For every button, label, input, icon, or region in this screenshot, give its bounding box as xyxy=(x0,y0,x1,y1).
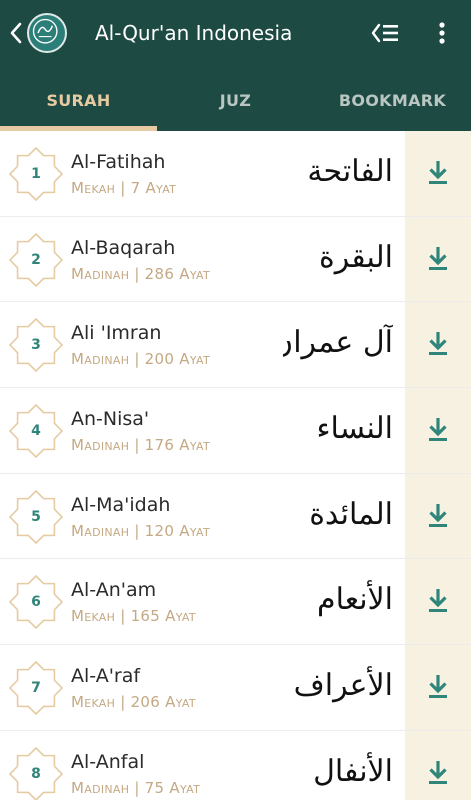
surah-name: Al-Anfal xyxy=(71,750,145,773)
surah-meta: Mekah | 165 Ayat xyxy=(71,607,196,626)
surah-meta: Madinah | 176 Ayat xyxy=(71,436,210,455)
surah-meta: Mekah | 206 Ayat xyxy=(71,693,196,712)
surah-name: Al-Baqarah xyxy=(71,236,176,259)
surah-row[interactable]: 8 Al-Anfal Madinah | 75 Ayat الأنفال xyxy=(0,730,471,800)
surah-row[interactable]: 5 Al-Ma'idah Madinah | 120 Ayat المائدة xyxy=(0,473,471,560)
list-icon[interactable] xyxy=(369,20,401,46)
download-icon[interactable] xyxy=(426,502,450,530)
surah-place: Mekah xyxy=(71,607,116,626)
surah-meta: Madinah | 286 Ayat xyxy=(71,264,210,283)
surah-arabic-name: الأعراف xyxy=(293,668,393,704)
surah-row[interactable]: 1 Al-Fatihah Mekah | 7 Ayat الفاتحة xyxy=(0,131,471,217)
surah-number: 5 xyxy=(31,508,41,525)
surah-arabic-name: آل عمران xyxy=(283,325,393,361)
surah-name: Al-Fatihah xyxy=(71,151,166,173)
surah-meta: Madinah | 75 Ayat xyxy=(71,778,201,797)
surah-place: Mekah xyxy=(71,179,116,197)
surah-row[interactable]: 7 Al-A'raf Mekah | 206 Ayat الأعراف xyxy=(0,645,471,731)
tab-juz[interactable]: JUZ xyxy=(157,66,314,131)
surah-row[interactable]: 6 Al-An'am Mekah | 165 Ayat الأنعام xyxy=(0,559,471,646)
surah-place: Madinah xyxy=(71,350,130,369)
surah-row[interactable]: 3 Ali 'Imran Madinah | 200 Ayat آل عمران xyxy=(0,302,471,389)
tab-surah[interactable]: SURAH xyxy=(0,66,157,131)
download-icon[interactable] xyxy=(426,673,450,701)
surah-number: 2 xyxy=(31,251,41,268)
download-icon[interactable] xyxy=(426,759,450,787)
surah-ayat-count: 176 Ayat xyxy=(144,436,210,455)
toolbar: Al-Qur'an Indonesia xyxy=(0,0,471,66)
surah-place: Madinah xyxy=(71,521,130,540)
download-icon[interactable] xyxy=(426,330,450,358)
surah-ayat-count: 286 Ayat xyxy=(144,264,210,283)
download-icon[interactable] xyxy=(426,587,450,615)
surah-row[interactable]: 2 Al-Baqarah Madinah | 286 Ayat البقرة xyxy=(0,216,471,303)
surah-place: Madinah xyxy=(71,778,130,797)
surah-name: An-Nisa' xyxy=(71,408,150,431)
surah-name: Al-An'am xyxy=(71,579,157,602)
download-icon[interactable] xyxy=(426,159,450,187)
surah-meta: Madinah | 200 Ayat xyxy=(71,350,210,369)
surah-number: 1 xyxy=(31,166,41,182)
surah-arabic-name: الأنعام xyxy=(317,582,393,618)
surah-place: Mekah xyxy=(71,693,116,712)
app-title: Al-Qur'an Indonesia xyxy=(95,21,293,45)
tab-bookmark[interactable]: BOOKMARK xyxy=(314,66,471,131)
surah-number: 6 xyxy=(31,594,41,611)
surah-place: Madinah xyxy=(71,264,130,283)
surah-number: 7 xyxy=(31,680,41,697)
app-bar: Al-Qur'an Indonesia SURAH JUZ BOOKMARK xyxy=(0,0,471,131)
download-icon[interactable] xyxy=(426,416,450,444)
surah-number: 4 xyxy=(31,423,41,440)
surah-arabic-name: الفاتحة xyxy=(307,154,393,189)
surah-name: Al-Ma'idah xyxy=(71,493,171,516)
surah-meta: Madinah | 120 Ayat xyxy=(71,521,210,540)
surah-place: Madinah xyxy=(71,436,130,455)
surah-row[interactable]: 4 An-Nisa' Madinah | 176 Ayat النساء xyxy=(0,388,471,474)
surah-ayat-count: 206 Ayat xyxy=(130,693,196,712)
surah-list[interactable]: 1 Al-Fatihah Mekah | 7 Ayat الفاتحة 2 Al-B… xyxy=(0,131,471,800)
surah-ayat-count: 120 Ayat xyxy=(144,521,210,540)
surah-arabic-name: البقرة xyxy=(319,239,393,275)
quran-logo xyxy=(27,13,67,53)
surah-number: 8 xyxy=(31,765,41,782)
surah-meta: Mekah | 7 Ayat xyxy=(71,179,177,197)
surah-arabic-name: الأنفال xyxy=(313,753,393,789)
more-vert-icon[interactable] xyxy=(432,18,452,48)
surah-ayat-count: 165 Ayat xyxy=(130,607,196,626)
surah-ayat-count: 75 Ayat xyxy=(144,778,201,797)
surah-name: Al-A'raf xyxy=(71,665,141,688)
download-icon[interactable] xyxy=(426,245,450,273)
surah-name: Ali 'Imran xyxy=(71,322,162,345)
surah-ayat-count: 7 Ayat xyxy=(130,179,177,197)
tab-bar: SURAH JUZ BOOKMARK xyxy=(0,66,471,131)
chevron-left-icon[interactable] xyxy=(6,18,26,48)
surah-number: 3 xyxy=(31,337,41,354)
surah-arabic-name: النساء xyxy=(316,411,393,447)
surah-arabic-name: المائدة xyxy=(309,496,393,532)
surah-ayat-count: 200 Ayat xyxy=(144,350,210,369)
